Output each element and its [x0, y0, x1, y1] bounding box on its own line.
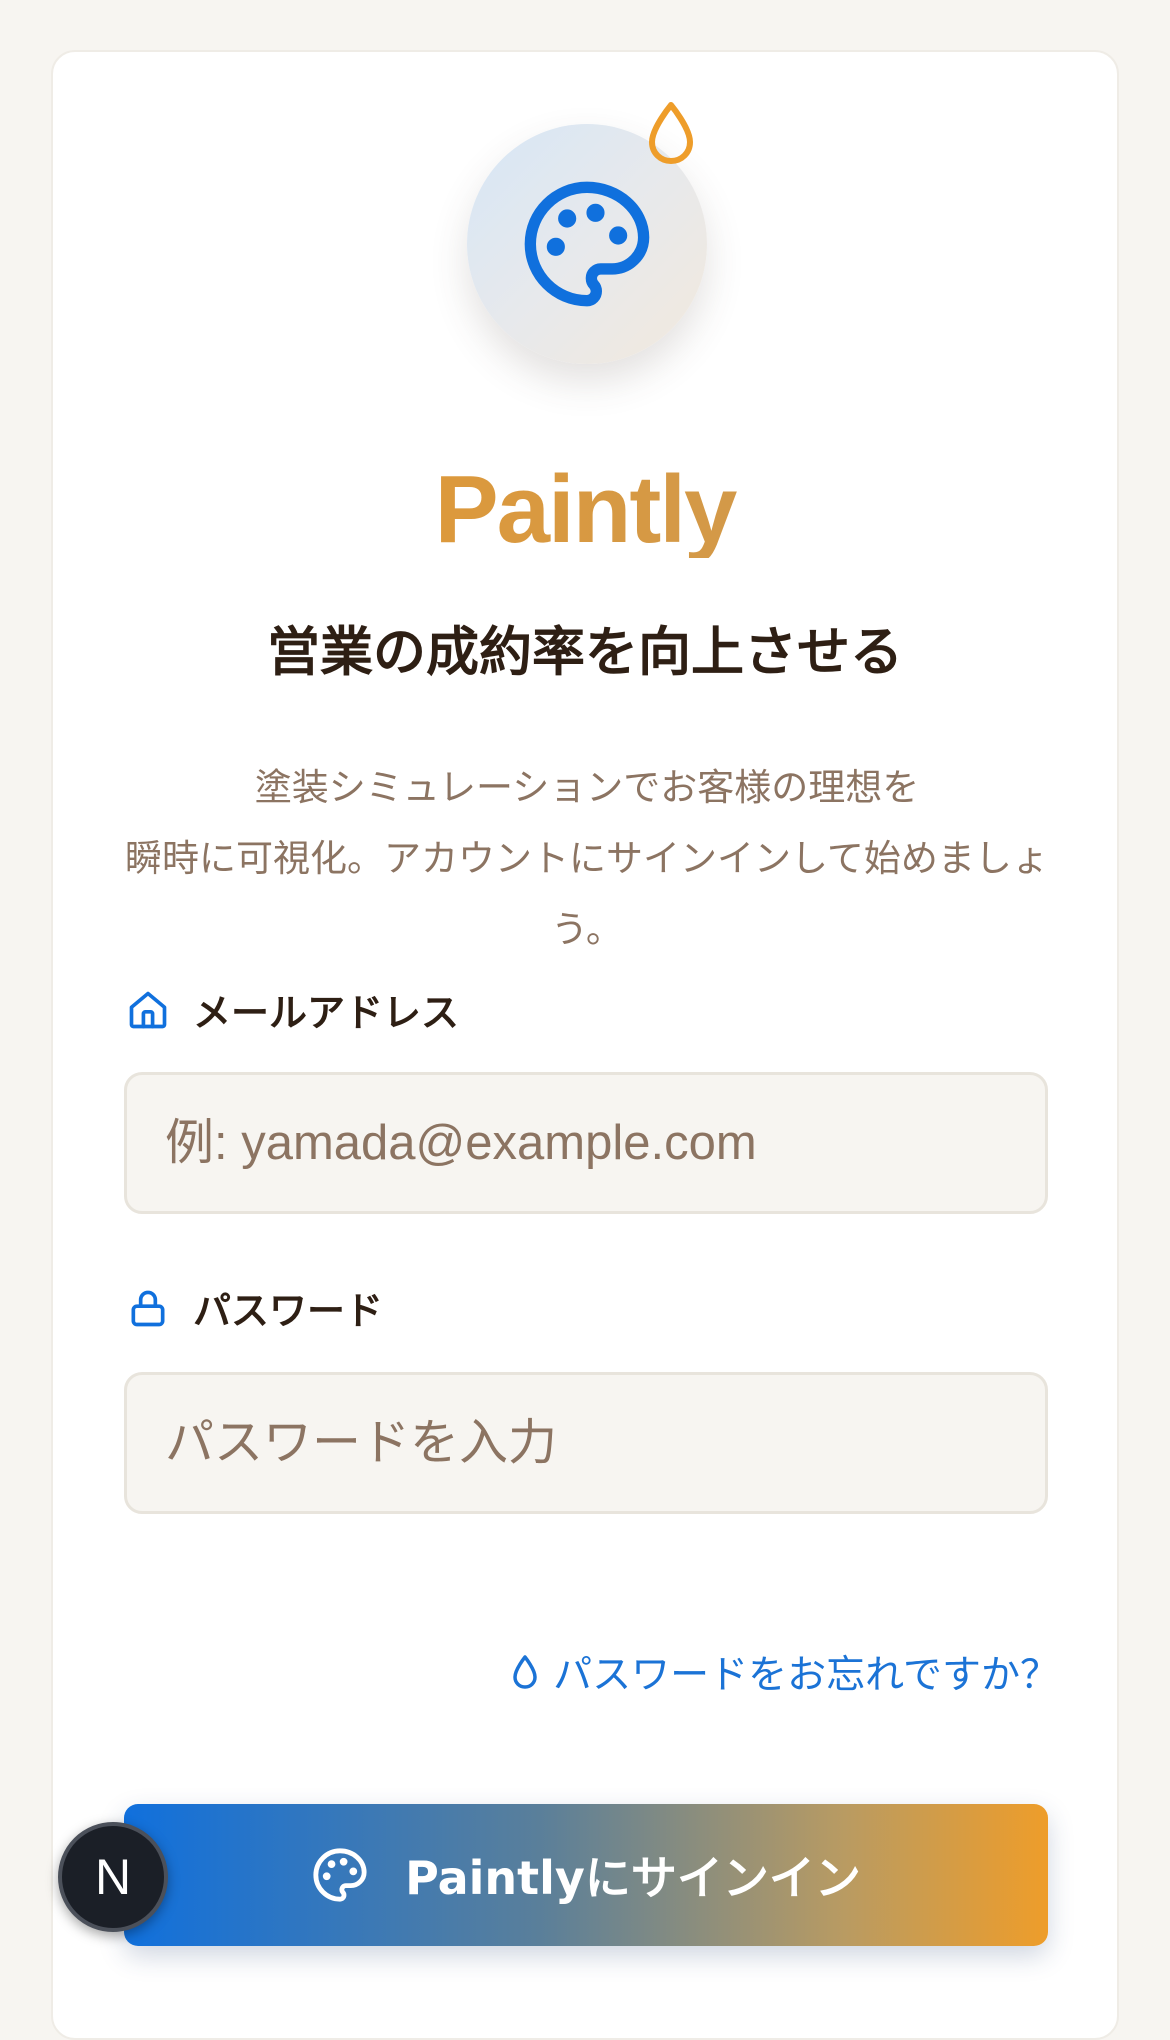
password-label: パスワード	[193, 1289, 384, 1333]
forgot-password-label: パスワードをお忘れですか？	[553, 1653, 1059, 1698]
page-headline: 営業の成約率を向上させる	[267, 622, 903, 683]
description-line: う。	[551, 908, 623, 951]
forgot-password-link[interactable]: パスワードをお忘れですか？	[511, 1644, 1059, 1700]
n-badge-button[interactable]: N	[58, 1822, 168, 1932]
password-input[interactable]	[124, 1372, 1048, 1514]
home-icon	[125, 987, 171, 1033]
email-label-row: メールアドレス	[125, 982, 459, 1037]
signin-button-label: Paintlyにサインイン	[405, 1851, 861, 1905]
palette-icon	[524, 181, 650, 307]
email-input[interactable]	[124, 1072, 1048, 1214]
description-line: 塗装シミュレーションでお客様の理想を	[254, 766, 920, 809]
password-label-row: パスワード	[125, 1280, 383, 1335]
description-line: 瞬時に可視化。アカウントにサインインして始めましょ	[125, 837, 1049, 880]
page-description: 塗装シミュレーションでお客様の理想を 瞬時に可視化。アカウントにサインインして始…	[113, 752, 1061, 965]
drop-icon	[513, 1655, 537, 1689]
paint-drop-icon	[649, 102, 693, 164]
n-badge-letter: N	[94, 1849, 132, 1905]
signin-button[interactable]: Paintlyにサインイン	[124, 1804, 1048, 1946]
lock-icon	[125, 1285, 171, 1331]
email-label: メールアドレス	[193, 991, 460, 1035]
signin-card: Paintly 営業の成約率を向上させる 塗装シミュレーションでお客様の理想を …	[51, 50, 1119, 2040]
brand-name: Paintly	[53, 462, 1117, 558]
palette-icon	[313, 1848, 367, 1902]
